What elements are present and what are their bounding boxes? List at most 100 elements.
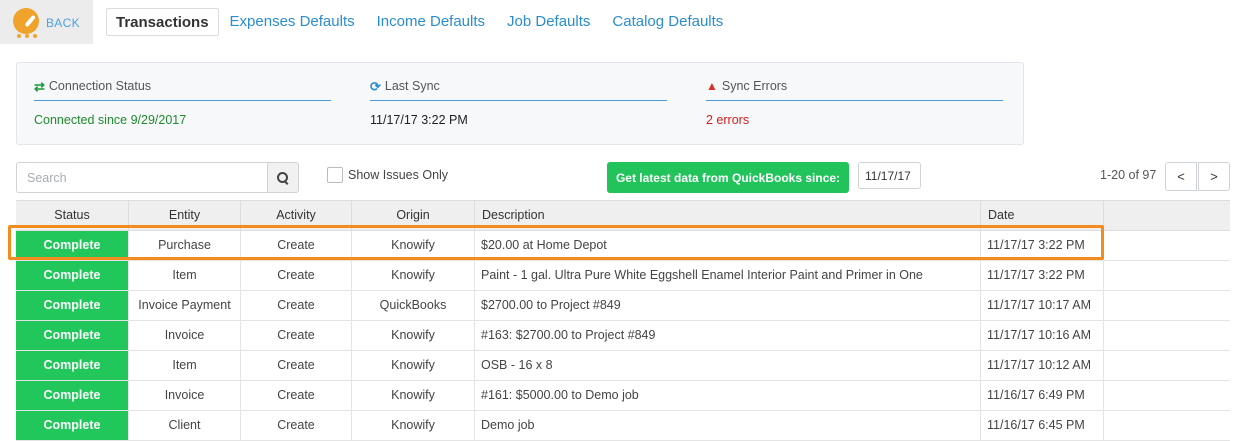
status-badge: Complete: [16, 351, 129, 380]
show-issues-label: Show Issues Only: [348, 168, 449, 182]
description-cell: #163: $2700.00 to Project #849: [475, 321, 981, 350]
top-nav: BACK Transactions Expenses Defaults Inco…: [0, 0, 1246, 44]
origin-cell: QuickBooks: [352, 291, 475, 320]
status-badge: Complete: [16, 321, 129, 350]
entity-cell: Item: [129, 261, 241, 290]
logo-dots-icon: [17, 34, 37, 38]
date-cell: 11/16/17 6:49 PM: [981, 381, 1104, 410]
last-sync-label: Last Sync: [384, 79, 440, 93]
date-cell: 11/17/17 3:22 PM: [981, 261, 1104, 290]
column-header-entity[interactable]: Entity: [129, 201, 241, 230]
refresh-icon: ⟳: [370, 79, 381, 94]
search-box: [16, 162, 299, 193]
next-page-button[interactable]: >: [1198, 162, 1230, 191]
activity-cell: Create: [241, 411, 352, 440]
search-icon: [277, 171, 289, 184]
search-button[interactable]: [267, 162, 299, 193]
entity-cell: Purchase: [129, 231, 241, 260]
activity-cell: Create: [241, 231, 352, 260]
table-body: Complete Purchase Create Knowify $20.00 at H…: [16, 231, 1230, 441]
date-cell: 11/17/17 10:12 AM: [981, 351, 1104, 380]
connection-status-value: Connected since 9/29/2017: [34, 113, 187, 127]
column-header-blank: [1104, 201, 1230, 230]
column-header-date[interactable]: Date: [981, 201, 1104, 230]
description-cell: $2700.00 to Project #849: [475, 291, 981, 320]
pagination-summary: 1-20 of 97: [1100, 168, 1157, 182]
blank-cell: [1104, 411, 1230, 440]
activity-cell: Create: [241, 261, 352, 290]
origin-cell: Knowify: [352, 381, 475, 410]
description-cell: #161: $5000.00 to Demo job: [475, 381, 981, 410]
table-row[interactable]: Complete Invoice Create Knowify #163: $2700.…: [16, 321, 1230, 351]
back-button[interactable]: BACK: [0, 0, 93, 44]
prev-page-button[interactable]: <: [1165, 162, 1197, 191]
connection-status: ⇄ Connection Status Connected since 9/29…: [34, 63, 331, 146]
origin-cell: Knowify: [352, 321, 475, 350]
description-cell: OSB - 16 x 8: [475, 351, 981, 380]
column-header-status[interactable]: Status: [16, 201, 129, 230]
origin-cell: Knowify: [352, 351, 475, 380]
table-row[interactable]: Complete Item Create Knowify Paint - 1 gal. …: [16, 261, 1230, 291]
warning-icon: ▲: [706, 79, 718, 93]
since-date-input[interactable]: [858, 162, 921, 189]
description-cell: Demo job: [475, 411, 981, 440]
date-cell: 11/17/17 3:22 PM: [981, 231, 1104, 260]
blank-cell: [1104, 321, 1230, 350]
table-row[interactable]: Complete Client Create Knowify Demo job 11/16…: [16, 411, 1230, 441]
transactions-table: Status Entity Activity Origin Descriptio…: [16, 200, 1230, 441]
status-badge: Complete: [16, 411, 129, 440]
description-cell: $20.00 at Home Depot: [475, 231, 981, 260]
entity-cell: Item: [129, 351, 241, 380]
date-cell: 11/17/17 10:17 AM: [981, 291, 1104, 320]
origin-cell: Knowify: [352, 411, 475, 440]
tab-transactions[interactable]: Transactions: [106, 8, 219, 36]
activity-cell: Create: [241, 321, 352, 350]
blank-cell: [1104, 261, 1230, 290]
column-header-origin[interactable]: Origin: [352, 201, 475, 230]
status-badge: Complete: [16, 381, 129, 410]
activity-cell: Create: [241, 351, 352, 380]
sync-errors: ▲ Sync Errors 2 errors: [706, 63, 1003, 146]
entity-cell: Client: [129, 411, 241, 440]
exchange-icon: ⇄: [34, 79, 45, 94]
last-sync-value: 11/17/17 3:22 PM: [370, 113, 468, 127]
sync-status-panel: ⇄ Connection Status Connected since 9/29…: [16, 62, 1024, 145]
get-latest-quickbooks-button[interactable]: Get latest data from QuickBooks since:: [607, 162, 849, 193]
tab-income-defaults[interactable]: Income Defaults: [366, 8, 496, 36]
entity-cell: Invoice: [129, 381, 241, 410]
blank-cell: [1104, 291, 1230, 320]
date-cell: 11/16/17 6:45 PM: [981, 411, 1104, 440]
column-header-activity[interactable]: Activity: [241, 201, 352, 230]
blank-cell: [1104, 381, 1230, 410]
show-issues-toggle[interactable]: Show Issues Only: [327, 167, 448, 183]
sync-errors-value[interactable]: 2 errors: [706, 113, 749, 127]
blank-cell: [1104, 231, 1230, 260]
table-row[interactable]: Complete Invoice Create Knowify #161: $5000.…: [16, 381, 1230, 411]
entity-cell: Invoice Payment: [129, 291, 241, 320]
activity-cell: Create: [241, 381, 352, 410]
tab-catalog-defaults[interactable]: Catalog Defaults: [601, 8, 734, 36]
tab-bar: Transactions Expenses Defaults Income De…: [106, 8, 734, 36]
tab-expenses-defaults[interactable]: Expenses Defaults: [219, 8, 366, 36]
last-sync: ⟳ Last Sync 11/17/17 3:22 PM: [370, 63, 667, 146]
show-issues-checkbox[interactable]: [327, 167, 343, 183]
sync-errors-label: Sync Errors: [721, 79, 788, 93]
column-header-description[interactable]: Description: [475, 201, 981, 230]
table-header: Status Entity Activity Origin Descriptio…: [16, 200, 1230, 231]
blank-cell: [1104, 351, 1230, 380]
status-badge: Complete: [16, 291, 129, 320]
activity-cell: Create: [241, 291, 352, 320]
knowify-logo-icon: [13, 8, 39, 34]
table-row[interactable]: Complete Item Create Knowify OSB - 16 x 8 11/…: [16, 351, 1230, 381]
tab-job-defaults[interactable]: Job Defaults: [496, 8, 601, 36]
entity-cell: Invoice: [129, 321, 241, 350]
description-cell: Paint - 1 gal. Ultra Pure White Eggshell…: [475, 261, 981, 290]
origin-cell: Knowify: [352, 231, 475, 260]
status-badge: Complete: [16, 231, 129, 260]
connection-status-label: Connection Status: [48, 79, 152, 93]
table-row[interactable]: Complete Purchase Create Knowify $20.00 at H…: [16, 231, 1230, 261]
table-row[interactable]: Complete Invoice Payment Create QuickBooks $…: [16, 291, 1230, 321]
back-label: BACK: [46, 16, 80, 30]
date-cell: 11/17/17 10:16 AM: [981, 321, 1104, 350]
search-input[interactable]: [16, 162, 267, 193]
